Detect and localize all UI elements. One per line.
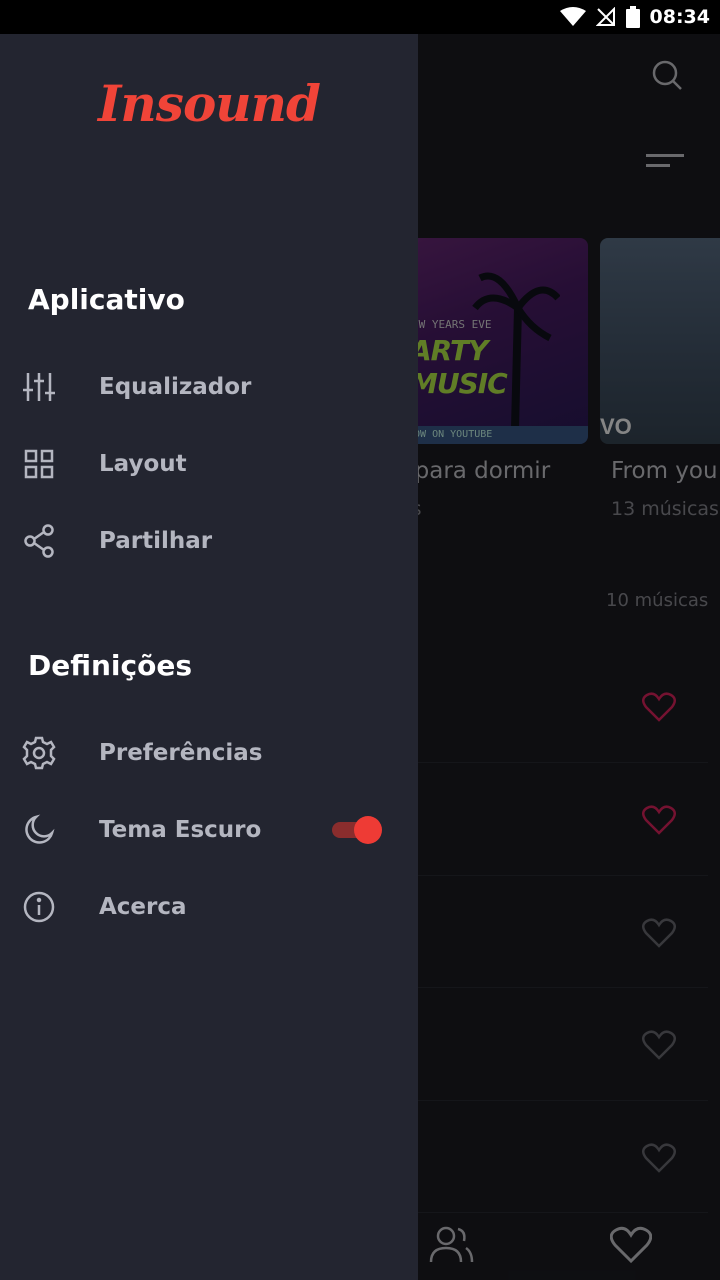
wifi-icon bbox=[559, 7, 586, 26]
moon-icon bbox=[22, 813, 56, 847]
menu-label: Equalizador bbox=[99, 374, 252, 400]
no-signal-icon bbox=[595, 7, 615, 26]
equalizer-icon bbox=[22, 370, 56, 404]
battery-icon bbox=[625, 6, 640, 28]
menu-label: Preferências bbox=[99, 740, 263, 766]
status-time: 08:34 bbox=[649, 6, 710, 28]
menu-item-partilhar[interactable]: Partilhar bbox=[0, 506, 418, 576]
menu-item-equalizador[interactable]: Equalizador bbox=[0, 352, 418, 422]
menu-label: Tema Escuro bbox=[99, 817, 262, 843]
grid-icon bbox=[22, 447, 56, 481]
share-icon bbox=[22, 524, 56, 558]
status-bar: 08:34 bbox=[0, 0, 720, 34]
dark-theme-toggle[interactable] bbox=[332, 816, 382, 844]
info-icon bbox=[22, 890, 56, 924]
menu-item-preferencias[interactable]: Preferências bbox=[0, 718, 418, 788]
menu-item-acerca[interactable]: Acerca bbox=[0, 872, 418, 942]
gear-icon bbox=[22, 736, 56, 770]
menu-label: Partilhar bbox=[99, 528, 213, 554]
app-logo: Insound bbox=[98, 74, 321, 133]
menu-label: Acerca bbox=[99, 894, 187, 920]
section-title-aplicativo: Aplicativo bbox=[28, 283, 185, 316]
section-title-definicoes: Definições bbox=[28, 649, 193, 682]
toggle-thumb bbox=[354, 816, 382, 844]
menu-label: Layout bbox=[99, 451, 187, 477]
menu-item-layout[interactable]: Layout bbox=[0, 429, 418, 499]
navigation-drawer: Insound Aplicativo Equalizador Layout Pa… bbox=[0, 34, 418, 1280]
menu-item-tema-escuro[interactable]: Tema Escuro bbox=[0, 795, 418, 865]
